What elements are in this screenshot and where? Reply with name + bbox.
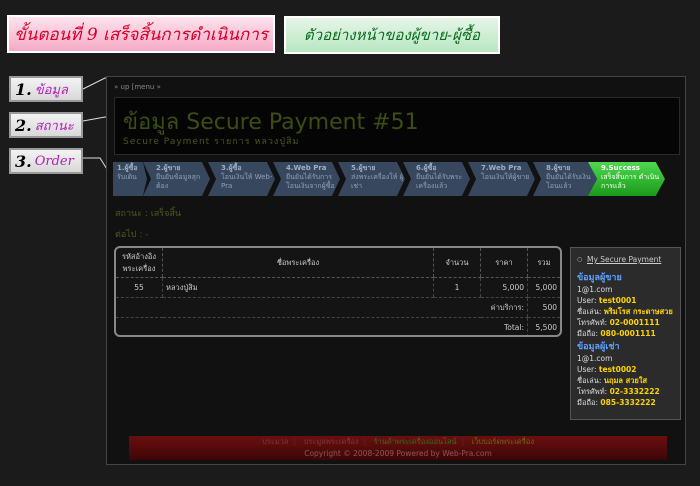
col-header-price: ราคา	[480, 248, 528, 278]
info-panel: My Secure Payment ข้อมูลผู้ขาย 1@1.com U…	[570, 247, 681, 420]
step-banner-text: ขั้นตอนที่ 9 เสร็จสิ้นการดำเนินการ	[14, 24, 268, 45]
buyer-nickname: ชื่อเล่น: นฤมล สวยใส	[577, 376, 648, 385]
cell-qty: 1	[433, 277, 481, 298]
seller-phone: โทรศัพท์: 02-0001111	[577, 318, 660, 327]
buyer-mobile: มือถือ: 085-3332222	[577, 398, 656, 407]
footer-links: ประมวล | ประมูลพระเครื่อง | ร้านค้าพระเครื…	[262, 437, 534, 446]
step-title: 9.Success	[601, 164, 640, 172]
callout-status: 2. สถานะ	[9, 112, 83, 138]
progress-steps: 1.ผู้ซื้อ รับเดิน 2.ผู้ขาย ยืนยันข้อมูลสุก…	[113, 162, 665, 196]
callout-number: 3.	[15, 151, 32, 171]
seller-heading: ข้อมูลผู้ขาย	[577, 273, 622, 283]
order-table: รหัสอ้างอิง พระเครื่อง ชื่อพระเครื่อง จำ…	[114, 246, 562, 337]
seller-email: 1@1.com	[577, 285, 613, 294]
step-desc: ส่งพระเครื่องให้ ผู้เช่า	[351, 173, 404, 190]
step-7: 7.Web Pra โอนเงินให้ผู้ขาย	[468, 162, 535, 196]
seller-user: User: test0001	[577, 296, 637, 305]
callout-number: 2.	[15, 115, 32, 135]
total-label: Total:	[116, 317, 528, 335]
step-desc: เสร็จสิ้นการ ดำเนินการแล้ว	[601, 173, 660, 190]
callout-order: 3. Order	[9, 148, 83, 174]
step-1: 1.ผู้ซื้อ รับเดิน	[113, 162, 147, 196]
footer: ประมวล | ประมูลพระเครื่อง | ร้านค้าพระเครื…	[129, 436, 667, 460]
step-4: 4.Web Pra ยืนยันได้รับการ โอนเงินจากผู้ซื…	[273, 162, 340, 196]
step-desc: รับเดิน	[117, 173, 137, 181]
cell-total: 5,000	[527, 277, 560, 298]
step-desc: โอนเงินให้ผู้ขาย	[481, 173, 530, 181]
table-row: 55 หลวงปู่สิม 1 5,000 5,000	[116, 277, 560, 298]
step-desc: ยืนยันได้รับการ โอนเงินจากผู้ซื้อ	[286, 173, 335, 190]
footer-link-4[interactable]: เว็บบอร์ดพระเครื่อง	[472, 437, 534, 446]
seller-nickname: ชื่อเล่น: พริมโรส กระดาษสวย	[577, 307, 673, 316]
step-9-active: 9.Success เสร็จสิ้นการ ดำเนินการแล้ว	[588, 162, 665, 196]
col-header-name: ชื่อพระเครื่อง	[162, 248, 434, 278]
order-status: สถานะ : เสร็จสิ้น	[115, 209, 182, 219]
step-6: 6.ผู้ซื้อ ยืนยันได้รับพระ เครื่องแล้ว	[403, 162, 470, 196]
cell-name: หลวงปู่สิม	[162, 277, 434, 298]
col-header-total: รวม	[527, 248, 560, 278]
step-2: 2.ผู้ขาย ยืนยันข้อมูลสุก ต้อง	[143, 162, 210, 196]
fee-value: 500	[527, 297, 560, 318]
seller-mobile: มือถือ: 080-0001111	[577, 329, 656, 338]
page-subtitle: Secure Payment รายการ หลวงปู่สิม	[123, 137, 300, 147]
fee-row: ค่าบริการ: 500	[116, 297, 560, 318]
table-header-row: รหัสอ้างอิง พระเครื่อง ชื่อพระเครื่อง จำ…	[116, 248, 560, 278]
cell-price: 5,000	[480, 277, 528, 298]
step-desc: ยืนยันได้รับเงิน โอนแล้ว	[546, 173, 591, 190]
step-title: 1.ผู้ซื้อ	[117, 164, 138, 172]
step-8: 8.ผู้ขาย ยืนยันได้รับเงิน โอนแล้ว	[533, 162, 600, 196]
buyer-user: User: test0002	[577, 365, 637, 374]
breadcrumb[interactable]: » up [menu »	[114, 83, 161, 91]
step-title: 6.ผู้ซื้อ	[416, 164, 437, 172]
col-header-qty: จำนวน	[433, 248, 481, 278]
step-title: 3.ผู้ซื้อ	[221, 164, 242, 172]
example-banner-text: ตัวอย่างหน้าของผู้ขาย-ผู้ซื้อ	[303, 26, 481, 44]
footer-link-3[interactable]: ร้านค้าพระเครื่องออนไลน์	[374, 437, 457, 446]
footer-link-2[interactable]: ประมูลพระเครื่อง	[304, 437, 359, 446]
footer-copyright: Copyright © 2008-2009 Powered by Web-Pra…	[304, 449, 492, 458]
step-5: 5.ผู้ขาย ส่งพระเครื่องให้ ผู้เช่า	[338, 162, 405, 196]
step-title: 4.Web Pra	[286, 164, 327, 172]
step-title: 2.ผู้ขาย	[156, 164, 181, 172]
step-title: 7.Web Pra	[481, 164, 522, 172]
step-desc: ยืนยันได้รับพระ เครื่องแล้ว	[416, 173, 463, 190]
total-row: Total: 5,500	[116, 317, 560, 335]
total-value: 5,500	[527, 317, 560, 335]
next-action: ต่อไป : -	[115, 230, 149, 240]
buyer-phone: โทรศัพท์: 02-3332222	[577, 387, 660, 396]
my-secure-payment-link[interactable]: My Secure Payment	[577, 254, 674, 265]
cell-code: 55	[116, 277, 163, 298]
step-desc: โอนเงินให้ Web-Pra	[221, 173, 273, 190]
step-desc: ยืนยันข้อมูลสุก ต้อง	[156, 173, 201, 190]
step-title: 5.ผู้ขาย	[351, 164, 376, 172]
callout-info: 1. ข้อมูล	[9, 76, 83, 102]
callout-label: สถานะ	[34, 118, 74, 134]
buyer-heading: ข้อมูลผู้เช่า	[577, 342, 620, 352]
step-3: 3.ผู้ซื้อ โอนเงินให้ Web-Pra	[208, 162, 275, 196]
step-banner: ขั้นตอนที่ 9 เสร็จสิ้นการดำเนินการ	[7, 15, 275, 53]
callout-label: Order	[34, 153, 74, 169]
callout-label: ข้อมูล	[34, 82, 68, 98]
footer-link-1[interactable]: ประมวล	[262, 437, 289, 446]
buyer-email: 1@1.com	[577, 354, 613, 363]
col-header-code: รหัสอ้างอิง พระเครื่อง	[116, 248, 163, 278]
example-banner: ตัวอย่างหน้าของผู้ขาย-ผู้ซื้อ	[284, 16, 500, 54]
callout-number: 1.	[15, 79, 32, 99]
fee-label: ค่าบริการ:	[116, 297, 528, 318]
